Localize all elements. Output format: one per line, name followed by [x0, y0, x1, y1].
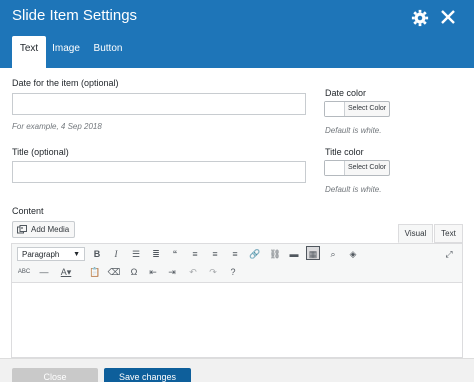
text-color-icon[interactable]: A▾	[59, 265, 73, 279]
title-color-hint: Default is white.	[325, 185, 382, 194]
date-color-picker[interactable]: Select Color	[324, 101, 390, 117]
select-color-label: Select Color	[348, 105, 387, 112]
format-value: Paragraph	[22, 250, 60, 259]
horizontal-line-icon[interactable]: —	[37, 265, 51, 279]
align-left-icon[interactable]: ≡	[188, 247, 202, 261]
content-editor[interactable]	[11, 283, 463, 358]
tab-text[interactable]: Text	[12, 36, 46, 68]
date-color-hint: Default is white.	[325, 126, 382, 135]
blockquote-icon[interactable]: “	[168, 247, 182, 261]
fullscreen-icon[interactable]: ⤢	[442, 247, 456, 261]
special-character-icon[interactable]: Ω	[127, 265, 141, 279]
title-color-label: Title color	[325, 147, 364, 157]
color-chip	[325, 102, 345, 116]
title-label: Title (optional)	[12, 147, 69, 157]
link-icon[interactable]: 🔗	[248, 247, 262, 261]
clear-formatting-icon[interactable]: ⌫	[107, 265, 121, 279]
search-icon[interactable]: ⌕	[326, 247, 340, 261]
content-label: Content	[12, 206, 44, 216]
add-media-label: Add Media	[31, 225, 70, 234]
paste-text-icon[interactable]: 📋	[88, 265, 102, 279]
format-select[interactable]: Paragraph ▼	[17, 247, 85, 261]
select-color-label: Select Color	[348, 164, 387, 171]
modal-title: Slide Item Settings	[12, 7, 138, 24]
outdent-icon[interactable]: ⇤	[146, 265, 160, 279]
add-media-button[interactable]: Add Media	[12, 221, 75, 238]
numbered-list-icon[interactable]: ≣	[149, 247, 163, 261]
help-icon[interactable]: ?	[226, 265, 240, 279]
strikethrough-icon[interactable]: ABC	[17, 265, 31, 279]
unlink-icon[interactable]: ⛓	[268, 247, 282, 261]
align-center-icon[interactable]: ≡	[208, 247, 222, 261]
italic-icon[interactable]: I	[109, 247, 123, 261]
toolbar-toggle-icon[interactable]: ▦	[306, 246, 320, 260]
title-color-picker[interactable]: Select Color	[324, 160, 390, 176]
title-input[interactable]	[12, 161, 306, 183]
align-right-icon[interactable]: ≡	[228, 247, 242, 261]
save-button[interactable]: Save changes	[104, 368, 191, 382]
redo-icon[interactable]: ↷	[206, 265, 220, 279]
tab-visual[interactable]: Visual	[398, 224, 433, 243]
editor-toolbar: Paragraph ▼ B I ☰ ≣ “ ≡ ≡ ≡ 🔗 ⛓ ▬ ▦ ⌕ ◈ ⤢…	[11, 243, 463, 283]
color-chip	[325, 161, 345, 175]
tab-image[interactable]: Image	[50, 36, 82, 68]
date-input[interactable]	[12, 93, 306, 115]
indent-icon[interactable]: ⇥	[165, 265, 179, 279]
bold-icon[interactable]: B	[90, 247, 104, 261]
bullet-list-icon[interactable]: ☰	[129, 247, 143, 261]
read-more-icon[interactable]: ▬	[287, 247, 301, 261]
date-color-label: Date color	[325, 88, 367, 98]
layers-icon[interactable]: ◈	[346, 247, 360, 261]
date-label: Date for the item (optional)	[12, 78, 119, 88]
media-icon	[17, 225, 27, 234]
date-hint: For example, 4 Sep 2018	[12, 122, 102, 131]
chevron-down-icon: ▼	[73, 251, 80, 258]
close-button[interactable]: Close	[12, 368, 98, 382]
tab-text-editor[interactable]: Text	[434, 224, 463, 243]
tab-button[interactable]: Button	[89, 36, 127, 68]
gear-icon[interactable]	[411, 9, 429, 27]
undo-icon[interactable]: ↶	[186, 265, 200, 279]
close-icon[interactable]	[438, 7, 458, 27]
